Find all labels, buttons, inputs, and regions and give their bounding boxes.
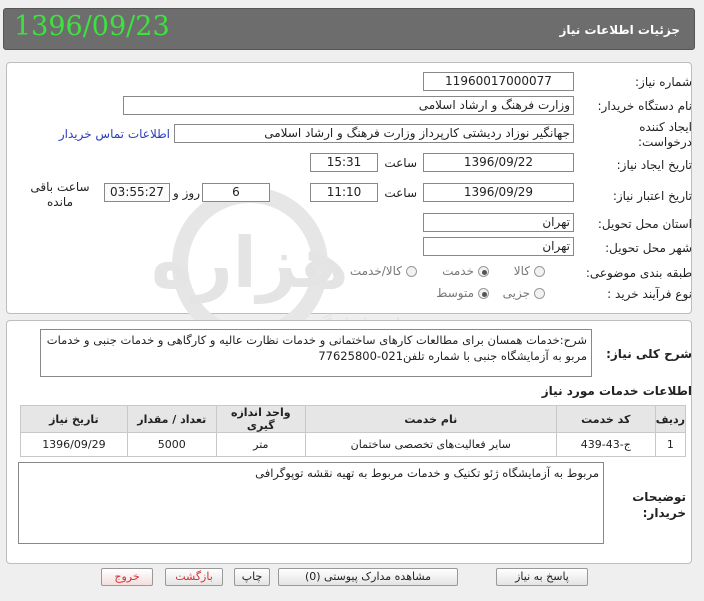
need-date-cell: 1396/09/29 xyxy=(20,432,128,457)
col-need-date: تاریخ نیاز xyxy=(20,405,128,433)
unit-cell: متر xyxy=(215,432,306,457)
header-date: 1396/09/23 xyxy=(14,11,170,42)
col-service-code: کد خدمت xyxy=(555,405,656,433)
col-service-name: نام خدمت xyxy=(304,405,557,433)
process-minor-radio[interactable] xyxy=(534,288,545,299)
category-goods-radio[interactable] xyxy=(534,266,545,277)
view-attachments-button[interactable]: مشاهده مدارک پیوستی (0) xyxy=(278,568,458,586)
buyer-notes-textarea[interactable]: مربوط به آزمایشگاه ژئو تکنیک و خدمات مرب… xyxy=(18,462,604,544)
created-date-field: 1396/09/22 xyxy=(423,153,574,172)
services-section-title: اطلاعات خدمات مورد نیاز xyxy=(541,384,692,398)
summary-label: شرح کلی نیاز: xyxy=(606,347,692,361)
process-minor-label: جزیی xyxy=(502,286,530,300)
process-medium-label: متوسط xyxy=(436,286,474,300)
exit-button[interactable]: خروج xyxy=(101,568,153,586)
province-label: استان محل تحویل: xyxy=(597,217,692,231)
category-goods-service-radio[interactable] xyxy=(406,266,417,277)
remaining-time-label: ساعت باقی مانده xyxy=(30,180,90,209)
creator-label-line1: ایجاد کننده xyxy=(639,120,692,134)
need-number-field: 11960017000077 xyxy=(423,72,574,91)
col-quantity: تعداد / مقدار xyxy=(126,405,217,433)
validity-date-field: 1396/09/29 xyxy=(423,183,574,202)
created-time-label: ساعت xyxy=(384,156,417,170)
page-header: 1396/09/23 جزئیات اطلاعات نیاز xyxy=(3,8,695,50)
table-row: 1 ج-43-439 سایر فعالیت‌های تخصصی ساختمان… xyxy=(20,432,687,457)
category-service-radio[interactable] xyxy=(478,266,489,277)
back-button[interactable]: بازگشت xyxy=(165,568,223,586)
validity-date-label: تاریخ اعتبار نیاز: xyxy=(612,189,692,203)
reply-to-need-button[interactable]: پاسخ به نیاز xyxy=(496,568,588,586)
header-title: جزئیات اطلاعات نیاز xyxy=(559,23,680,37)
buyer-org-label: نام دستگاه خریدار: xyxy=(597,99,693,113)
category-goods-label: کالا xyxy=(513,264,530,278)
remaining-time-field: 03:55:27 xyxy=(104,183,170,202)
created-time-field: 15:31 xyxy=(310,153,378,172)
need-number-label: شماره نیاز: xyxy=(635,75,692,89)
col-row-number: ردیف xyxy=(654,405,687,433)
province-field: تهران xyxy=(423,213,574,232)
service-name-cell: سایر فعالیت‌های تخصصی ساختمان xyxy=(304,432,557,457)
services-table: ردیف کد خدمت نام خدمت واحد اندازه گیری ت… xyxy=(20,405,687,457)
category-goods-service-label: کالا/خدمت xyxy=(349,264,402,278)
buyer-org-field: وزارت فرهنگ و ارشاد اسلامی xyxy=(123,96,574,115)
category-service-label: خدمت xyxy=(442,264,474,278)
validity-time-field: 11:10 xyxy=(310,183,378,202)
row-number-cell: 1 xyxy=(654,432,687,457)
city-label: شهر محل تحویل: xyxy=(605,241,692,255)
buyer-notes-label-line2: خریدار: xyxy=(642,506,686,520)
process-medium-radio[interactable] xyxy=(478,288,489,299)
quantity-cell: 5000 xyxy=(126,432,217,457)
buyer-notes-label-line1: توضیحات xyxy=(632,490,686,504)
days-label: روز و xyxy=(173,186,200,200)
category-label: طبقه بندی موضوعی: xyxy=(585,266,692,280)
svg-text:هزاره: هزاره xyxy=(151,222,349,304)
creator-label-line2: درخواست: xyxy=(638,135,692,149)
services-table-header: ردیف کد خدمت نام خدمت واحد اندازه گیری ت… xyxy=(20,405,687,433)
buyer-contact-link[interactable]: اطلاعات تماس خریدار xyxy=(38,127,170,141)
summary-textarea[interactable]: شرح:خدمات همسان برای مطالعات کارهای ساخت… xyxy=(40,329,592,377)
print-button[interactable]: چاپ xyxy=(234,568,270,586)
service-code-cell: ج-43-439 xyxy=(555,432,656,457)
days-remaining-field: 6 xyxy=(202,183,270,202)
process-type-label: نوع فرآیند خرید : xyxy=(607,287,692,301)
city-field: تهران xyxy=(423,237,574,256)
created-date-label: تاریخ ایجاد نیاز: xyxy=(616,158,692,172)
validity-time-label: ساعت xyxy=(384,186,417,200)
creator-field: جهانگیر نوزاد ردیشتی کارپرداز وزارت فرهن… xyxy=(174,124,574,143)
col-unit: واحد اندازه گیری xyxy=(215,405,306,433)
